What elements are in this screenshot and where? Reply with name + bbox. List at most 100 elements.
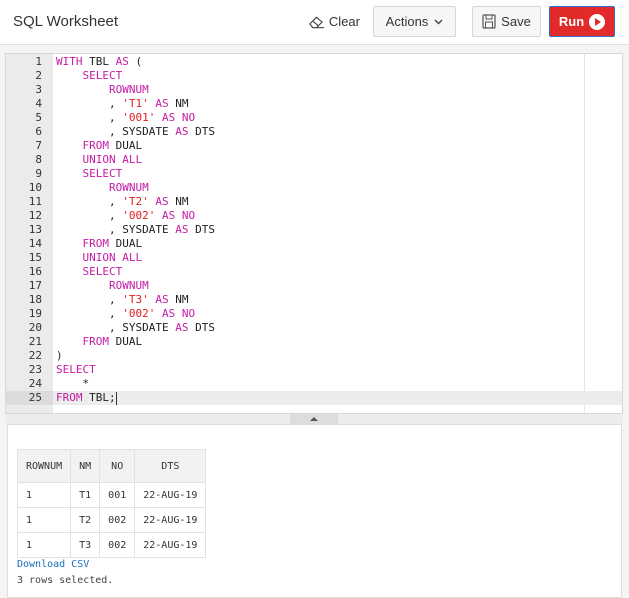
text-token: NM: [168, 97, 189, 110]
table-cell: 22-AUG-19: [134, 532, 207, 558]
text-token: DUAL: [109, 335, 143, 348]
code-line[interactable]: 9 SELECT: [6, 167, 622, 181]
toolbar: SQL Worksheet Clear Actions Save Run: [0, 0, 629, 45]
line-number: 13: [28, 223, 42, 236]
table-cell: 002: [99, 507, 136, 533]
code-line[interactable]: 19 , '002' AS NO: [6, 307, 622, 321]
line-number: 18: [28, 293, 42, 306]
code-text: , 'T3' AS NM: [56, 293, 189, 307]
code-text: WITH TBL AS (: [56, 55, 142, 69]
code-text: , '002' AS NO: [56, 209, 195, 223]
run-button[interactable]: Run: [549, 6, 615, 37]
code-lines[interactable]: 1 WITH TBL AS (2 SELECT 3 ROWNUM 4 , 'T1' A…: [6, 55, 622, 405]
results-table: ROWNUM NM NO DTS 1 T1 001 22-AUG-19 1 T2 002 22-AU…: [16, 449, 207, 558]
code-text: ROWNUM: [56, 83, 149, 97]
text-token: ,: [56, 97, 123, 110]
code-line[interactable]: 13 , SYSDATE AS DTS: [6, 223, 622, 237]
line-number: 9: [35, 167, 42, 180]
sql-editor[interactable]: 1 WITH TBL AS (2 SELECT 3 ROWNUM 4 , 'T1' A…: [5, 53, 623, 414]
actions-menu-button[interactable]: Actions: [373, 6, 456, 37]
table-header-row: ROWNUM NM NO DTS: [16, 449, 207, 483]
collapse-handle-icon[interactable]: [290, 414, 338, 424]
text-token: TBL: [82, 55, 116, 68]
code-line[interactable]: 17 ROWNUM: [6, 279, 622, 293]
string-token: '002': [122, 307, 156, 320]
code-text: SELECT: [56, 265, 123, 279]
code-text: FROM DUAL: [56, 237, 143, 251]
line-number: 12: [28, 209, 42, 222]
save-icon: [482, 14, 496, 29]
column-header: NO: [99, 449, 136, 483]
column-header: ROWNUM: [16, 449, 72, 483]
code-line[interactable]: 3 ROWNUM: [6, 83, 622, 97]
code-line[interactable]: 12 , '002' AS NO: [6, 209, 622, 223]
keyword-token: UNION ALL: [82, 153, 143, 166]
code-line[interactable]: 15 UNION ALL: [6, 251, 622, 265]
code-line[interactable]: 8 UNION ALL: [6, 153, 622, 167]
code-line[interactable]: 20 , SYSDATE AS DTS: [6, 321, 622, 335]
code-text: , 'T1' AS NM: [56, 97, 189, 111]
text-token: DUAL: [109, 139, 143, 152]
line-number: 15: [28, 251, 42, 264]
line-number: 1: [35, 55, 42, 68]
text-token: TBL;: [82, 391, 116, 404]
pane-splitter[interactable]: [5, 414, 623, 424]
download-csv-link[interactable]: Download CSV: [17, 559, 89, 570]
code-line[interactable]: 21 FROM DUAL: [6, 335, 622, 349]
text-token: ): [56, 349, 63, 362]
code-text: SELECT: [56, 363, 96, 377]
code-line[interactable]: 10 ROWNUM: [6, 181, 622, 195]
keyword-token: NO: [181, 307, 196, 320]
keyword-token: ROWNUM: [108, 279, 149, 292]
save-button[interactable]: Save: [472, 6, 541, 37]
table-cell: T1: [70, 482, 101, 508]
code-line[interactable]: 7 FROM DUAL: [6, 139, 622, 153]
code-line[interactable]: 22): [6, 349, 622, 363]
code-text: *: [56, 377, 89, 391]
code-line[interactable]: 18 , 'T3' AS NM: [6, 293, 622, 307]
code-line[interactable]: 16 SELECT: [6, 265, 622, 279]
code-line[interactable]: 2 SELECT: [6, 69, 622, 83]
keyword-token: AS: [155, 195, 169, 208]
line-number: 6: [35, 125, 42, 138]
line-number: 16: [28, 265, 42, 278]
text-token: , SYSDATE: [56, 223, 176, 236]
keyword-token: AS: [161, 209, 176, 222]
code-line[interactable]: 5 , '001' AS NO: [6, 111, 622, 125]
code-line[interactable]: 1 WITH TBL AS (: [6, 55, 622, 69]
keyword-token: ROWNUM: [108, 83, 149, 96]
code-line[interactable]: 25 FROM TBL;: [6, 391, 622, 405]
page-title: SQL Worksheet: [13, 13, 119, 30]
clear-button[interactable]: Clear: [308, 6, 360, 37]
code-text: UNION ALL: [56, 153, 143, 167]
keyword-token: FROM: [56, 391, 83, 404]
code-line[interactable]: 23 SELECT: [6, 363, 622, 377]
line-number: 3: [35, 83, 42, 96]
code-line[interactable]: 24 *: [6, 377, 622, 391]
line-number: 5: [35, 111, 42, 124]
column-header: NM: [70, 449, 101, 483]
text-token: , SYSDATE: [56, 125, 176, 138]
code-line[interactable]: 14 FROM DUAL: [6, 237, 622, 251]
table-row: 1 T2 002 22-AUG-19: [16, 507, 207, 533]
code-text: SELECT: [56, 167, 123, 181]
code-line[interactable]: 11 , 'T2' AS NM: [6, 195, 622, 209]
keyword-token: AS: [175, 223, 189, 236]
line-number: 20: [28, 321, 42, 334]
text-token: ,: [56, 307, 123, 320]
text-token: ,: [56, 209, 123, 222]
line-number: 8: [35, 153, 42, 166]
text-cursor: [115, 391, 117, 405]
play-icon: [589, 13, 606, 30]
keyword-token: SELECT: [82, 167, 123, 180]
code-line[interactable]: 4 , 'T1' AS NM: [6, 97, 622, 111]
code-line[interactable]: 6 , SYSDATE AS DTS: [6, 125, 622, 139]
line-number: 22: [28, 349, 42, 362]
